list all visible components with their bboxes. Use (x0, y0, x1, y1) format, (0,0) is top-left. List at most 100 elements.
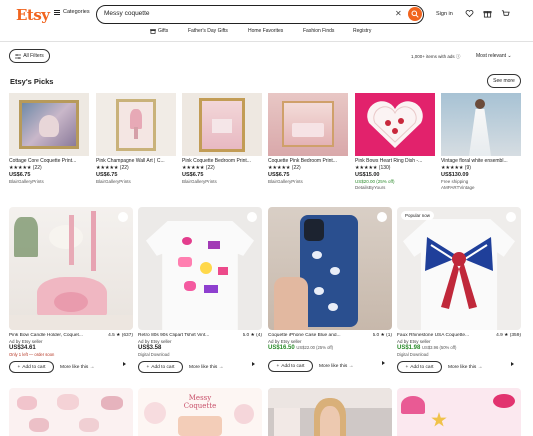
filter-icon (15, 53, 22, 59)
header-divider (0, 41, 533, 42)
pick-item[interactable]: Cottage Core Coquette Print... ★★★★★ (22… (9, 93, 89, 184)
favorite-button[interactable] (118, 212, 128, 222)
all-filters-button[interactable]: All Filters (9, 49, 50, 63)
see-more-button[interactable]: See more (487, 74, 521, 88)
rating: ★★★★★ (22) (182, 165, 215, 171)
product-title: Pink Bows Heart Ring Dish -... (355, 158, 423, 164)
pick-item[interactable]: Pink Coquette Bedroom Print... ★★★★★ (22… (182, 93, 262, 184)
ad-label: Ad by Etsy seller (397, 339, 431, 344)
rating: ★★★★★ (22) (268, 165, 301, 171)
price: US$6.75 (96, 172, 118, 178)
listing-card[interactable]: Coquette iPhone Case Blue and... 5.0 ★ (1… (268, 207, 392, 372)
more-like-this-link[interactable]: More like this → (60, 365, 94, 370)
search-button[interactable] (408, 7, 422, 21)
more-like-this-link[interactable]: More like this → (319, 364, 353, 369)
listing-card[interactable] (268, 388, 392, 436)
add-to-cart-label: Add to cart (22, 364, 46, 370)
site-header: Etsy Categories ✕ Sign in (0, 0, 533, 28)
shipping-info: Free shipping (441, 179, 469, 184)
price: US$6.75 (268, 172, 290, 178)
product-title: Faux Rhinestone USA Coquette... (397, 333, 469, 338)
play-video-icon[interactable] (248, 359, 257, 368)
more-like-this-link[interactable]: More like this → (189, 365, 223, 370)
listing-card[interactable]: Retro 80s 90s Clipart Tshirt Vint... 5.0 … (138, 207, 262, 373)
play-video-icon[interactable] (507, 359, 516, 368)
clear-icon[interactable]: ✕ (395, 9, 402, 18)
listing-card[interactable]: Messy Coquette (138, 388, 262, 436)
add-to-cart-button[interactable]: + Add to cart (268, 360, 313, 372)
rating: 5.0 ★ (4) (242, 333, 263, 338)
search-bar: ✕ (96, 5, 424, 24)
price: US$130.09 (441, 172, 469, 178)
add-to-cart-button[interactable]: + Add to cart (397, 361, 442, 373)
product-title: Pink Bow Candle Holder, Coquet... (9, 333, 83, 338)
pick-item[interactable]: Pink Bows Heart Ring Dish -... ★★★★★ (13… (355, 93, 435, 190)
section-title: Etsy's Picks (10, 77, 54, 86)
rating: ★★★★★ (22) (96, 165, 129, 171)
shop-name: BlairGalleryPrints (96, 179, 131, 184)
nav-registry[interactable]: Registry (353, 28, 371, 34)
play-video-icon[interactable] (119, 359, 128, 368)
categories-button[interactable]: Categories (54, 9, 90, 15)
gift-icon[interactable] (483, 9, 492, 18)
price: US$1.98 US$3.96 (50% off) (397, 345, 521, 351)
ad-label: Ad by Etsy seller (9, 339, 43, 344)
product-title: Pink Champagne Wall Art | C... (96, 158, 165, 164)
results-count: 1,000+ items with ads ⓘ (411, 54, 461, 59)
price: US$6.75 (9, 172, 31, 178)
favorite-button[interactable] (506, 212, 516, 222)
nav-gifts[interactable]: Gifts (150, 28, 168, 34)
add-to-cart-button[interactable]: + Add to cart (9, 361, 54, 373)
shop-name: BlairGalleryPrints (268, 179, 303, 184)
original-price: US$22.00 (25% off) (296, 345, 334, 350)
cart-icon[interactable] (501, 9, 510, 18)
nav-home-favorites[interactable]: Home Favorites (248, 28, 283, 34)
product-title: Cottage Core Coquette Print... (9, 158, 77, 164)
product-image (138, 207, 262, 330)
nav-fashion-finds[interactable]: Fashion Finds (303, 28, 334, 34)
listing-card[interactable]: Pink Bow Candle Holder, Coquet... 4.5 ★ (… (9, 207, 133, 373)
add-to-cart-label: Add to cart (151, 364, 175, 370)
heart-icon[interactable] (465, 9, 474, 18)
plus-icon: + (146, 364, 150, 370)
shop-name: DetailsByYours (355, 185, 386, 190)
product-title: Vintage floral white ensembl... (441, 158, 508, 164)
add-to-cart-button[interactable]: + Add to cart (138, 361, 183, 373)
rating: 5.0 ★ (1) (372, 333, 393, 338)
add-to-cart-label: Add to cart (281, 363, 305, 369)
category-nav: Gifts Father's Day Gifts Home Favorites … (0, 28, 533, 40)
add-to-cart-label: Add to cart (410, 364, 434, 370)
shop-name: BlairGalleryPrints (9, 179, 44, 184)
product-title: Retro 80s 90s Clipart Tshirt Vint... (138, 333, 210, 338)
listing-card[interactable] (397, 388, 521, 436)
favorite-button[interactable] (377, 212, 387, 222)
ad-label: Ad by Etsy seller (268, 339, 302, 344)
gift-icon (150, 29, 156, 34)
more-like-this-link[interactable]: More like this → (448, 365, 482, 370)
listing-card[interactable] (9, 388, 133, 436)
digital-download-label: Digital Download (397, 352, 429, 357)
product-image (96, 93, 176, 156)
favorite-button[interactable] (247, 212, 257, 222)
product-image (268, 207, 392, 330)
product-image (182, 93, 262, 156)
etsy-logo[interactable]: Etsy (16, 6, 50, 24)
listing-card[interactable]: Popular now Faux Rhinestone USA Coquette… (397, 207, 521, 373)
nav-fathers-day[interactable]: Father's Day Gifts (188, 28, 228, 34)
nav-label: Gifts (158, 28, 169, 34)
product-image (9, 93, 89, 156)
product-image (355, 93, 435, 156)
pick-item[interactable]: Coquette Pink Bedroom Print... ★★★★★ (22… (268, 93, 348, 184)
sort-dropdown[interactable]: Most relevant ⌄ (476, 53, 512, 59)
digital-download-label: Digital Download (138, 352, 170, 357)
heart-dish-graphic (367, 101, 423, 148)
search-input[interactable] (104, 10, 384, 17)
pick-item[interactable]: Vintage floral white ensembl... ★★★★★ (9… (441, 93, 521, 190)
shop-name: AMPARTVintage (441, 185, 475, 190)
plus-icon: + (405, 364, 409, 370)
signin-link[interactable]: Sign in (436, 11, 453, 17)
sale-price: US$1.98 (397, 345, 421, 351)
play-video-icon[interactable] (378, 358, 387, 367)
sale-info: US$20.00 (25% off) (355, 179, 395, 184)
pick-item[interactable]: Pink Champagne Wall Art | C... ★★★★★ (22… (96, 93, 176, 184)
